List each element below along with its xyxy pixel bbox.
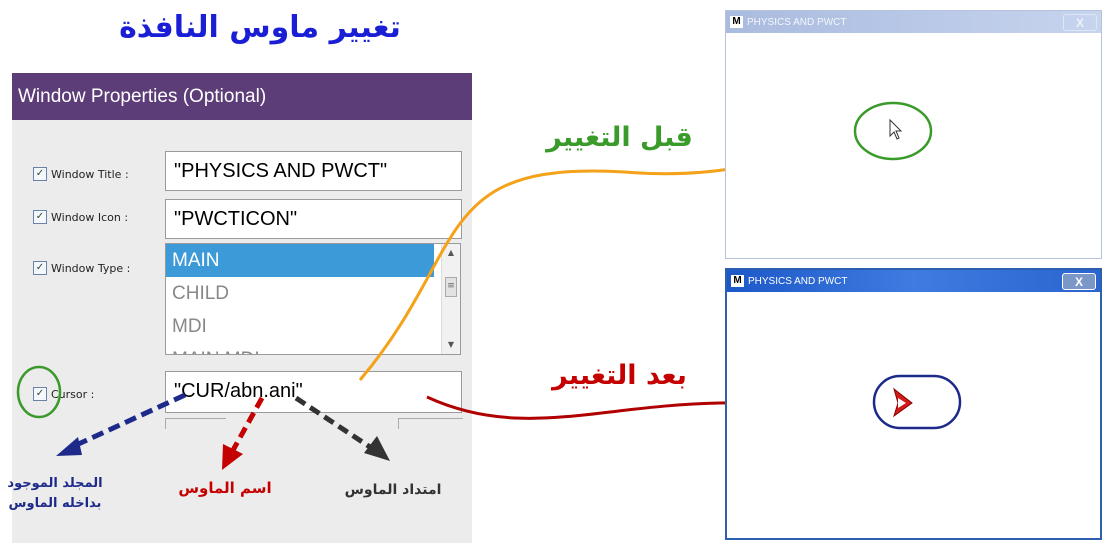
after-change-label: بعد التغيير xyxy=(552,360,687,391)
before-change-label: قبل التغيير xyxy=(546,122,693,153)
dashed-gray-arrow xyxy=(294,395,372,450)
window-app-icon: M xyxy=(730,16,743,28)
close-icon[interactable]: X xyxy=(1063,13,1097,31)
arrow-cursor-icon xyxy=(889,118,903,140)
window-before-titlebar: M PHYSICS AND PWCT X xyxy=(726,11,1101,33)
cursor-before-highlight xyxy=(853,101,933,161)
window-after-title: PHYSICS AND PWCT xyxy=(748,275,848,287)
window-after-titlebar: M PHYSICS AND PWCT X xyxy=(727,270,1100,292)
arrow-head xyxy=(56,437,82,456)
arrow-head xyxy=(364,436,390,461)
cursor-name-label: اسم الماوس xyxy=(178,479,272,497)
cursor-extension-label: امتداد الماوس xyxy=(344,482,442,498)
folder-label-line: بداخله الماوس xyxy=(8,496,102,511)
cursor-after-highlight xyxy=(872,374,962,430)
dashed-navy-arrow xyxy=(70,392,187,450)
dashed-red-arrow xyxy=(229,396,265,454)
close-icon[interactable]: X xyxy=(1062,272,1096,290)
window-before-title: PHYSICS AND PWCT xyxy=(747,16,847,28)
folder-label: المجلد الموجود بداخله الماوس xyxy=(0,474,110,514)
window-app-icon: M xyxy=(731,275,744,287)
folder-label-line: المجلد الموجود xyxy=(7,476,103,491)
highlight-circle xyxy=(16,365,62,419)
